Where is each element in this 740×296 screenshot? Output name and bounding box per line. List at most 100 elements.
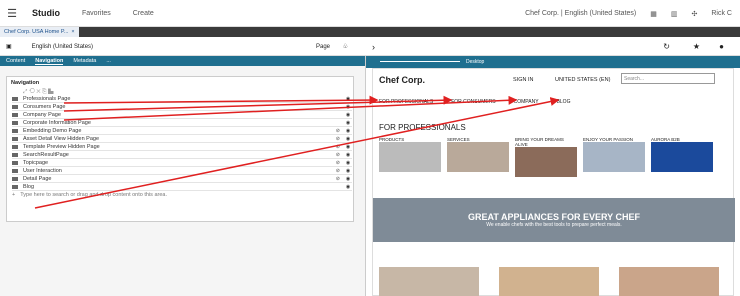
visibility-icon[interactable]: ◉ (344, 136, 352, 142)
nav-company[interactable]: COMPANY (514, 99, 539, 105)
bulb-icon[interactable]: ♧ (343, 43, 348, 50)
visibility-icon[interactable]: ◉ (344, 176, 352, 182)
sign-in-link[interactable]: SIGN IN (513, 77, 533, 83)
site-preview: Desktop Chef Corp. SIGN IN UNITED STATES… (366, 56, 740, 296)
page-icon (12, 152, 18, 157)
hero-banner[interactable]: GREAT APPLIANCES FOR EVERY CHEF We enabl… (373, 198, 735, 242)
nav-row-consumers[interactable]: Consumers Page ◉ (12, 103, 352, 111)
zoom-slider[interactable] (380, 61, 460, 62)
page-icon (12, 96, 18, 101)
nav-blog[interactable]: BLOG (557, 99, 571, 105)
page-icon (12, 128, 18, 133)
nav-row-detail[interactable]: Detail Page ⊘ ◉ (12, 175, 352, 183)
locale-label[interactable]: English (United States) (32, 44, 93, 50)
star-icon[interactable]: ★ (693, 42, 700, 51)
tab-more[interactable]: ... (106, 58, 111, 64)
device-bar: Desktop (366, 56, 740, 68)
visibility-icon[interactable]: ◉ (344, 112, 352, 118)
nav-row-topicpage[interactable]: Topicpage ⊘ ◉ (12, 159, 352, 167)
page-icon (12, 144, 18, 149)
card-passion[interactable]: ENJOY YOUR PASSION (583, 137, 645, 177)
page-icon (12, 176, 18, 181)
teaser-image[interactable] (499, 267, 599, 296)
hidden-icon: ⊘ (335, 143, 340, 150)
nav-for-professionals[interactable]: FOR PROFESSIONALS (379, 99, 433, 105)
page-icon (12, 136, 18, 141)
card-services[interactable]: SERVICES (447, 137, 509, 177)
favorites-menu[interactable]: Favorites (82, 10, 111, 17)
app-title: Studio (32, 8, 60, 18)
tab-content[interactable]: Content (6, 58, 25, 64)
tab-metadata[interactable]: Metadata (73, 58, 96, 64)
drop-zone[interactable]: + Type here to search or drag and drop co… (12, 191, 352, 199)
device-label: Desktop (466, 59, 485, 65)
teaser-image[interactable] (379, 267, 479, 296)
user-icon[interactable]: ● (719, 42, 724, 51)
navigation-panel: Navigation ⤢ ⟲ ✕ ⎘ ▙ Professionals Page ◉… (6, 76, 354, 222)
page-icon (12, 184, 18, 189)
site-logo[interactable]: Chef Corp. (379, 75, 425, 85)
hidden-icon: ⊘ (335, 175, 340, 182)
visibility-icon[interactable]: ◉ (344, 144, 352, 150)
workflow-icon[interactable]: ✣ (692, 10, 698, 18)
library-icon[interactable]: ▥ (671, 10, 678, 18)
form-pane: Content Navigation Metadata ... Navigati… (0, 56, 366, 296)
nav-row-user-interaction[interactable]: User Interaction ⊘ ◉ (12, 167, 352, 175)
chevron-right-icon[interactable]: › (372, 42, 375, 52)
visibility-icon[interactable]: ◉ (344, 128, 352, 134)
hidden-icon: ⊘ (335, 135, 340, 142)
nav-for-consumers[interactable]: FOR CONSUMERS (451, 99, 495, 105)
hidden-icon: ⊘ (335, 159, 340, 166)
page-icon (12, 112, 18, 117)
site-search-input[interactable]: Search... (621, 73, 715, 84)
chef-corp-page: Chef Corp. SIGN IN UNITED STATES (EN) Se… (372, 68, 735, 296)
card-aurora-b2b[interactable]: AURORA B2B (651, 137, 713, 177)
close-icon[interactable]: × (71, 29, 74, 35)
nav-row-asset-detail[interactable]: Asset Detail View Hidden Page ⊘ ◉ (12, 135, 352, 143)
create-menu[interactable]: Create (133, 10, 154, 17)
page-icon (12, 120, 18, 125)
teaser-image[interactable] (619, 267, 719, 296)
layout-icon[interactable]: ▣ (6, 43, 12, 50)
site-selector[interactable]: Chef Corp. | English (United States) (525, 10, 636, 17)
nav-row-blog[interactable]: Blog ◉ (12, 183, 352, 191)
page-icon (12, 168, 18, 173)
tab-home-page[interactable]: Chef Corp. USA Home P... × (0, 27, 79, 37)
tab-label: Chef Corp. USA Home P... (4, 29, 69, 35)
nav-row-corporate[interactable]: Corporate Information Page ◉ (12, 119, 352, 127)
form-tabs: Content Navigation Metadata ... (0, 56, 365, 66)
tab-strip: Chef Corp. USA Home P... × (0, 27, 740, 37)
page-icon (12, 104, 18, 109)
visibility-icon[interactable]: ◉ (344, 96, 352, 102)
tab-navigation[interactable]: Navigation (35, 58, 64, 65)
user-name[interactable]: Rick C (711, 10, 732, 17)
card-products[interactable]: PRODUCTS (379, 137, 441, 177)
top-bar: ☰ Studio Favorites Create Chef Corp. | E… (0, 0, 740, 27)
section-title: FOR PROFESSIONALS (379, 123, 466, 132)
card-dreams[interactable]: BRING YOUR DREAMS ALIVE (515, 137, 577, 177)
visibility-icon[interactable]: ◉ (344, 120, 352, 126)
hidden-icon: ⊘ (335, 151, 340, 158)
menu-icon[interactable]: ☰ (0, 0, 24, 27)
preview-toolbar: › ↻ ★ ● (366, 38, 740, 56)
visibility-icon[interactable]: ◉ (344, 104, 352, 110)
teaser-images (379, 267, 719, 296)
region-select[interactable]: UNITED STATES (EN) (555, 77, 610, 83)
visibility-icon[interactable]: ◉ (344, 168, 352, 174)
nav-row-embedding[interactable]: Embedding Demo Page ⊘ ◉ (12, 127, 352, 135)
nav-row-professionals[interactable]: Professionals Page ◉ (12, 95, 352, 103)
visibility-icon[interactable]: ◉ (344, 152, 352, 158)
grid-icon[interactable]: ▦ (650, 10, 657, 18)
site-nav: FOR PROFESSIONALS FOR CONSUMERS COMPANY … (379, 99, 570, 105)
nav-row-company[interactable]: Company Page ◉ (12, 111, 352, 119)
nav-row-template-preview[interactable]: Template Preview Hidden Page ⊘ ◉ (12, 143, 352, 151)
refresh-icon[interactable]: ↻ (663, 42, 670, 51)
page-type-label[interactable]: Page (316, 44, 330, 50)
navigation-header[interactable]: Navigation (7, 77, 353, 89)
plus-icon[interactable]: + (12, 192, 15, 198)
form-toolbar: ▣ English (United States) Page ♧ (0, 38, 366, 56)
visibility-icon[interactable]: ◉ (344, 160, 352, 166)
visibility-icon[interactable]: ◉ (344, 184, 352, 190)
hidden-icon: ⊘ (335, 167, 340, 174)
nav-row-search-result[interactable]: SearchResultPage ⊘ ◉ (12, 151, 352, 159)
